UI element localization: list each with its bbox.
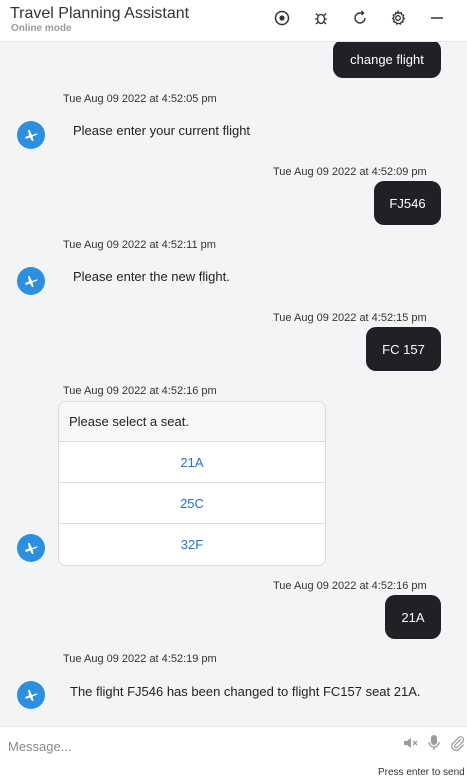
message-timestamp: Tue Aug 09 2022 at 4:52:19 pm xyxy=(63,653,217,665)
message-composer: Press enter to send xyxy=(0,726,467,782)
refresh-icon[interactable] xyxy=(349,7,371,29)
user-message: FJ546 xyxy=(374,181,441,225)
user-message: change flight xyxy=(333,42,441,78)
message-timestamp: Tue Aug 09 2022 at 4:52:16 pm xyxy=(63,385,217,397)
chat-title: Travel Planning Assistant xyxy=(10,5,190,22)
chat-messages[interactable]: change flight Tue Aug 09 2022 at 4:52:05… xyxy=(0,42,467,726)
seat-option-button[interactable]: 32F xyxy=(59,524,325,565)
message-timestamp: Tue Aug 09 2022 at 4:52:15 pm xyxy=(273,312,427,324)
bot-message: Please enter your current flight xyxy=(73,123,251,138)
mute-icon[interactable] xyxy=(401,734,419,752)
bot-avatar xyxy=(17,121,45,149)
seat-option-button[interactable]: 25C xyxy=(59,483,325,524)
bug-icon[interactable] xyxy=(310,7,332,29)
record-icon[interactable] xyxy=(271,7,293,29)
airplane-icon xyxy=(25,690,38,701)
bot-avatar xyxy=(17,681,45,709)
seat-selection-card: Please select a seat. 21A 25C 32F xyxy=(58,401,326,566)
message-input[interactable] xyxy=(8,735,388,757)
bot-avatar xyxy=(17,267,45,295)
microphone-icon[interactable] xyxy=(425,734,443,752)
airplane-icon xyxy=(25,130,38,141)
bot-message: Please enter the new flight. xyxy=(73,269,230,284)
user-message: 21A xyxy=(385,595,441,639)
airplane-icon xyxy=(25,276,38,287)
connection-status: Online mode xyxy=(11,23,72,34)
bot-avatar xyxy=(17,534,45,562)
gear-icon[interactable] xyxy=(387,7,409,29)
card-prompt: Please select a seat. xyxy=(59,402,325,442)
message-timestamp: Tue Aug 09 2022 at 4:52:05 pm xyxy=(63,93,217,105)
attachment-icon[interactable] xyxy=(449,734,467,752)
message-timestamp: Tue Aug 09 2022 at 4:52:11 pm xyxy=(63,239,216,251)
send-hint: Press enter to send xyxy=(378,767,465,778)
seat-option-button[interactable]: 21A xyxy=(59,442,325,483)
user-message: FC 157 xyxy=(366,327,441,371)
chat-header: Travel Planning Assistant Online mode xyxy=(0,0,467,42)
airplane-icon xyxy=(25,543,38,554)
minimize-icon[interactable] xyxy=(426,7,448,29)
bot-message: The flight FJ546 has been changed to fli… xyxy=(70,684,421,699)
message-timestamp: Tue Aug 09 2022 at 4:52:16 pm xyxy=(273,580,427,592)
message-timestamp: Tue Aug 09 2022 at 4:52:09 pm xyxy=(273,166,427,178)
